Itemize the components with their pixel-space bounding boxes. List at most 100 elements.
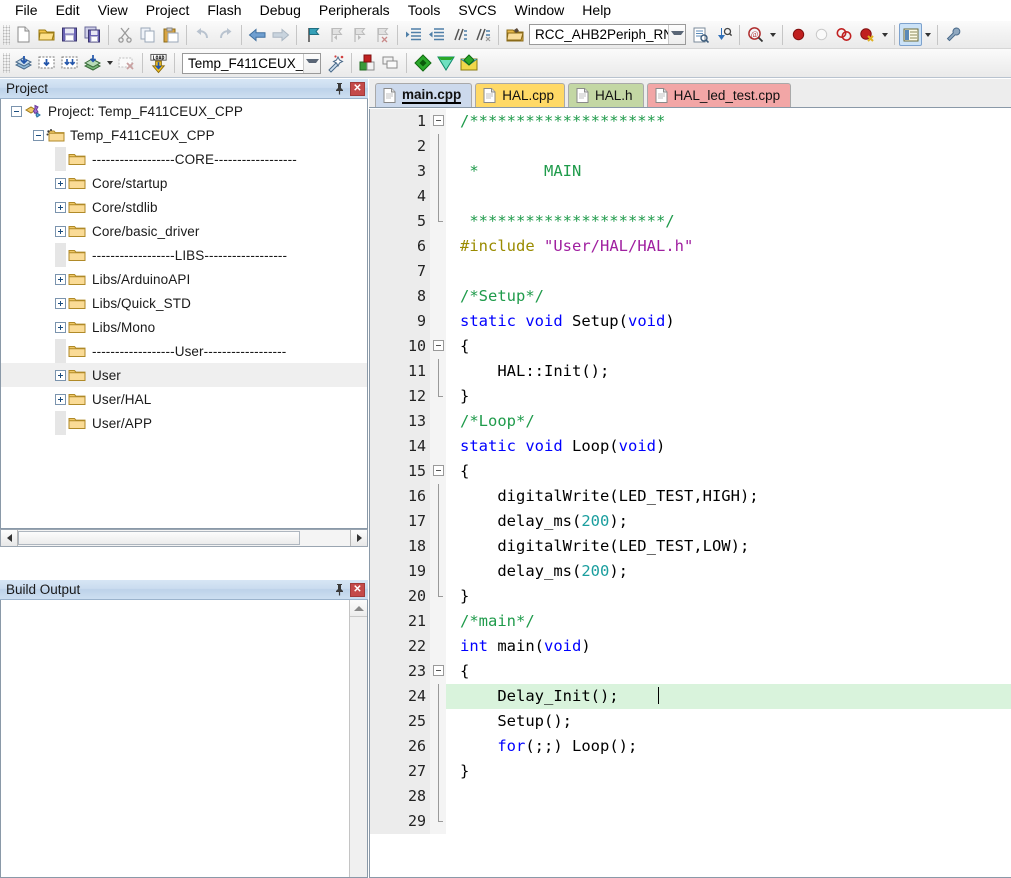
expand-icon[interactable] (55, 202, 66, 213)
code-line[interactable]: 4 (370, 184, 1011, 209)
green-diamond-icon[interactable] (411, 52, 434, 75)
tree-item[interactable]: Temp_F411CEUX_CPP (1, 123, 367, 147)
editor-tab-hal_led_test-cpp[interactable]: HAL_led_test.cpp (647, 83, 792, 107)
code-line[interactable]: 29 (370, 809, 1011, 834)
window-layout-icon[interactable] (899, 23, 922, 46)
code-line[interactable]: 8/*Setup*/ (370, 284, 1011, 309)
find-in-files-icon[interactable] (689, 23, 712, 46)
fold-column[interactable] (430, 309, 446, 334)
code-text[interactable]: /*main*/ (446, 609, 1011, 634)
tree-item[interactable]: User/APP (1, 411, 367, 435)
find-combo[interactable]: RCC_AHB2Periph_RN (529, 24, 686, 45)
download-icon[interactable]: LOAD (147, 52, 170, 75)
code-text[interactable]: Delay_Init(); (446, 684, 1011, 709)
code-text[interactable]: static void Setup(void) (446, 309, 1011, 334)
fold-column[interactable] (430, 359, 446, 384)
expand-icon[interactable] (55, 370, 66, 381)
kill-all-breakpoints-icon[interactable] (833, 23, 856, 46)
close-icon[interactable]: ✕ (350, 82, 365, 96)
navigate-forward-icon[interactable] (269, 23, 292, 46)
code-text[interactable]: /********************* (446, 109, 1011, 134)
undo-icon[interactable] (191, 23, 214, 46)
menu-item-window[interactable]: Window (506, 1, 574, 21)
code-text[interactable]: delay_ms(200); (446, 559, 1011, 584)
fold-column[interactable] (430, 659, 446, 684)
code-line[interactable]: 23{ (370, 659, 1011, 684)
fold-column[interactable] (430, 459, 446, 484)
pin-icon[interactable] (331, 81, 347, 97)
tree-item[interactable]: Libs/ArduinoAPI (1, 267, 367, 291)
project-tree-hscrollbar[interactable] (0, 529, 368, 547)
tree-item[interactable]: Core/stdlib (1, 195, 367, 219)
batch-build-dropdown-icon[interactable] (104, 52, 115, 75)
expand-icon[interactable] (55, 394, 66, 405)
code-line[interactable]: 21/*main*/ (370, 609, 1011, 634)
fold-column[interactable] (430, 284, 446, 309)
tree-item[interactable]: User (1, 363, 367, 387)
code-text[interactable]: * MAIN (446, 159, 1011, 184)
fold-column[interactable] (430, 434, 446, 459)
toolbar-grip[interactable] (3, 25, 10, 45)
fold-column[interactable] (430, 134, 446, 159)
expand-icon[interactable] (55, 274, 66, 285)
expand-icon[interactable] (55, 226, 66, 237)
tree-item[interactable]: Project: Temp_F411CEUX_CPP (1, 99, 367, 123)
build-icon[interactable] (35, 52, 58, 75)
code-text[interactable]: digitalWrite(LED_TEST,LOW); (446, 534, 1011, 559)
fold-collapse-icon[interactable] (433, 465, 444, 476)
menu-item-file[interactable]: File (6, 1, 47, 21)
configure-toolbar-icon[interactable] (942, 23, 965, 46)
tree-item[interactable]: Core/basic_driver (1, 219, 367, 243)
code-line[interactable]: 5 *********************/ (370, 209, 1011, 234)
expand-icon[interactable] (55, 178, 66, 189)
menu-item-help[interactable]: Help (573, 1, 620, 21)
fold-column[interactable] (430, 634, 446, 659)
browse-dropdown-icon[interactable] (767, 23, 778, 46)
code-text[interactable]: for(;;) Loop(); (446, 734, 1011, 759)
menu-item-tools[interactable]: Tools (399, 1, 450, 21)
code-text[interactable] (446, 184, 1011, 209)
close-icon[interactable]: ✕ (350, 583, 365, 597)
code-line[interactable]: 7 (370, 259, 1011, 284)
menu-item-peripherals[interactable]: Peripherals (310, 1, 399, 21)
scroll-left-button[interactable] (1, 530, 18, 546)
code-line[interactable]: 2 (370, 134, 1011, 159)
menu-item-svcs[interactable]: SVCS (449, 1, 505, 21)
code-text[interactable]: { (446, 334, 1011, 359)
fold-column[interactable] (430, 234, 446, 259)
fold-column[interactable] (430, 509, 446, 534)
hscroll-track[interactable] (18, 530, 350, 546)
paste-icon[interactable] (159, 23, 182, 46)
code-line[interactable]: 12} (370, 384, 1011, 409)
code-line[interactable]: 19 delay_ms(200); (370, 559, 1011, 584)
pin-icon[interactable] (331, 582, 347, 598)
code-line[interactable]: 18 digitalWrite(LED_TEST,LOW); (370, 534, 1011, 559)
expand-icon[interactable] (55, 298, 66, 309)
fold-collapse-icon[interactable] (433, 340, 444, 351)
hscroll-thumb[interactable] (18, 531, 300, 545)
code-editor[interactable]: 1/*********************23 * MAIN45 *****… (369, 109, 1011, 878)
code-text[interactable]: } (446, 759, 1011, 784)
code-text[interactable]: } (446, 584, 1011, 609)
collapse-icon[interactable] (11, 106, 22, 117)
save-all-icon[interactable] (81, 23, 104, 46)
fold-column[interactable] (430, 334, 446, 359)
menu-item-edit[interactable]: Edit (47, 1, 89, 21)
expand-icon[interactable] (55, 322, 66, 333)
tree-item[interactable]: ------------------User------------------ (1, 339, 367, 363)
new-file-icon[interactable] (12, 23, 35, 46)
breakpoint-dropdown-icon[interactable] (879, 23, 890, 46)
find-in-files-open-icon[interactable] (503, 23, 526, 46)
build-output-text[interactable] (1, 600, 349, 877)
fold-column[interactable] (430, 109, 446, 134)
menu-item-project[interactable]: Project (137, 1, 199, 21)
code-text[interactable]: #include "User/HAL/HAL.h" (446, 234, 1011, 259)
fold-column[interactable] (430, 484, 446, 509)
fold-column[interactable] (430, 159, 446, 184)
code-line[interactable]: 25 Setup(); (370, 709, 1011, 734)
rebuild-icon[interactable] (58, 52, 81, 75)
code-line[interactable]: 26 for(;;) Loop(); (370, 734, 1011, 759)
redo-icon[interactable] (214, 23, 237, 46)
code-line[interactable]: 3 * MAIN (370, 159, 1011, 184)
code-text[interactable]: { (446, 659, 1011, 684)
